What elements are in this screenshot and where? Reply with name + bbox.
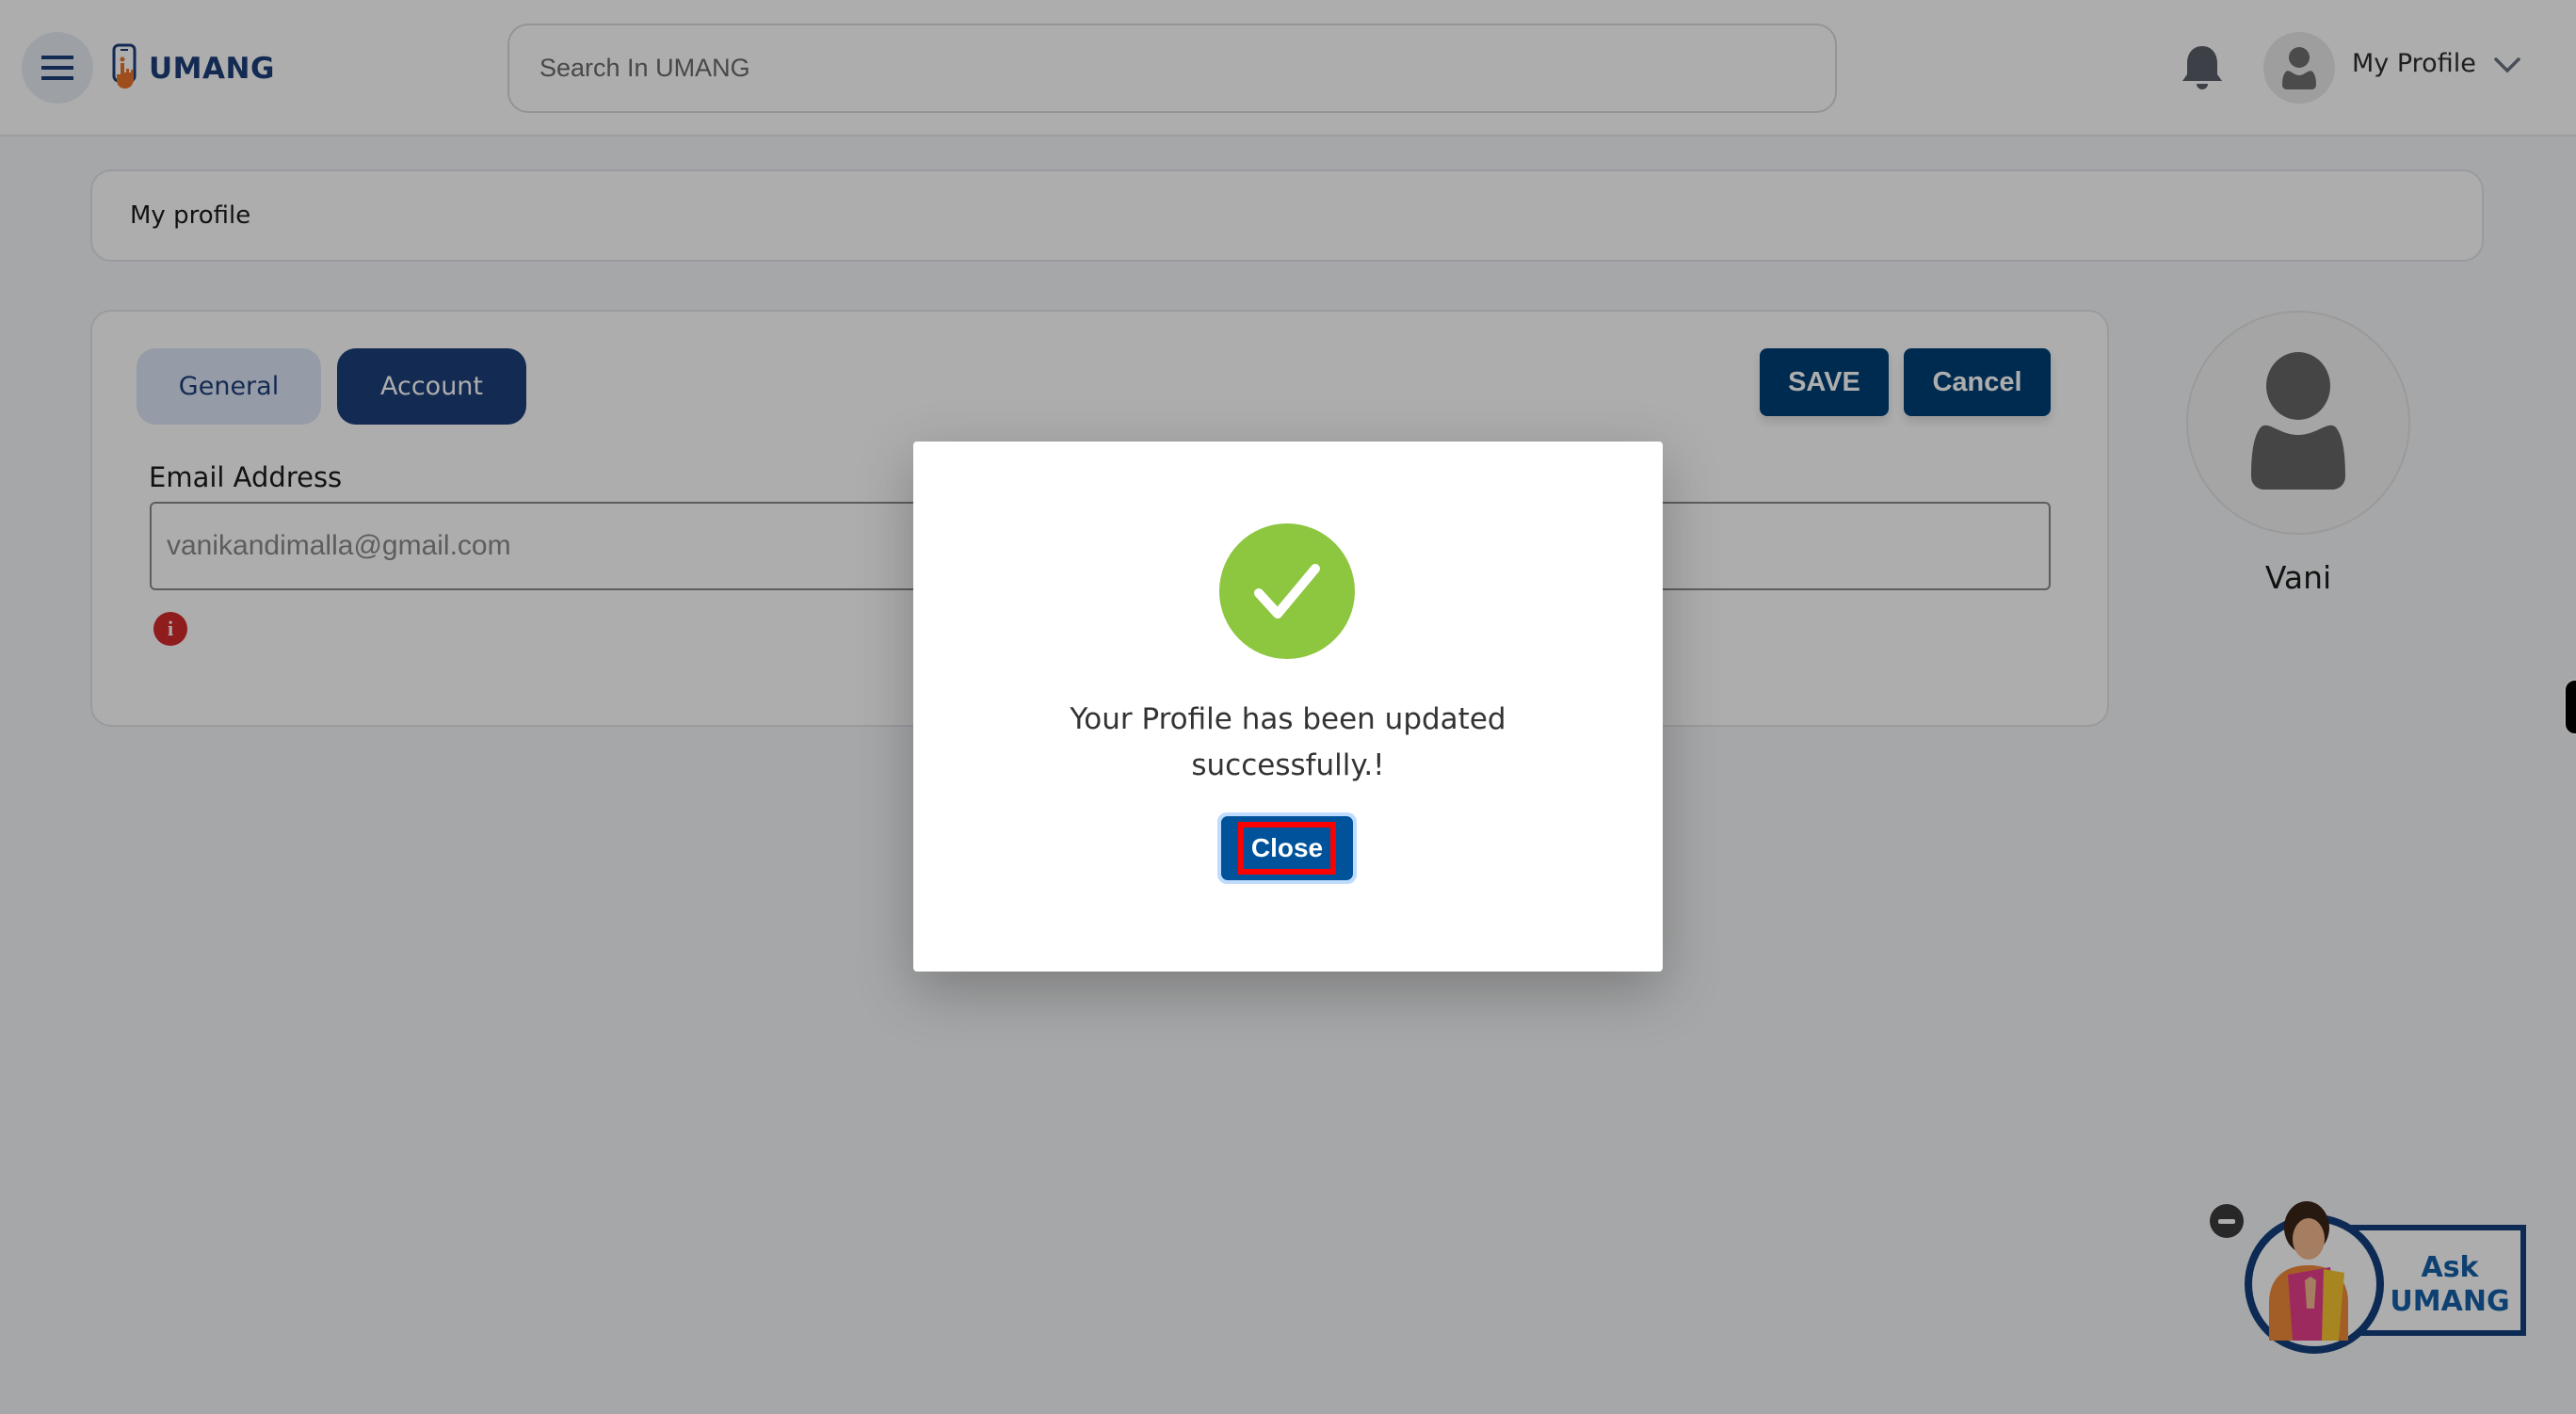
check-circle-icon — [1219, 523, 1355, 659]
success-message: Your Profile has been updated successful… — [1070, 702, 1506, 782]
close-button-focus-ring: Close — [1217, 812, 1357, 884]
checkmark-icon — [1254, 564, 1320, 619]
close-button-label: Close — [1237, 822, 1337, 875]
close-button[interactable]: Close — [1221, 816, 1353, 880]
